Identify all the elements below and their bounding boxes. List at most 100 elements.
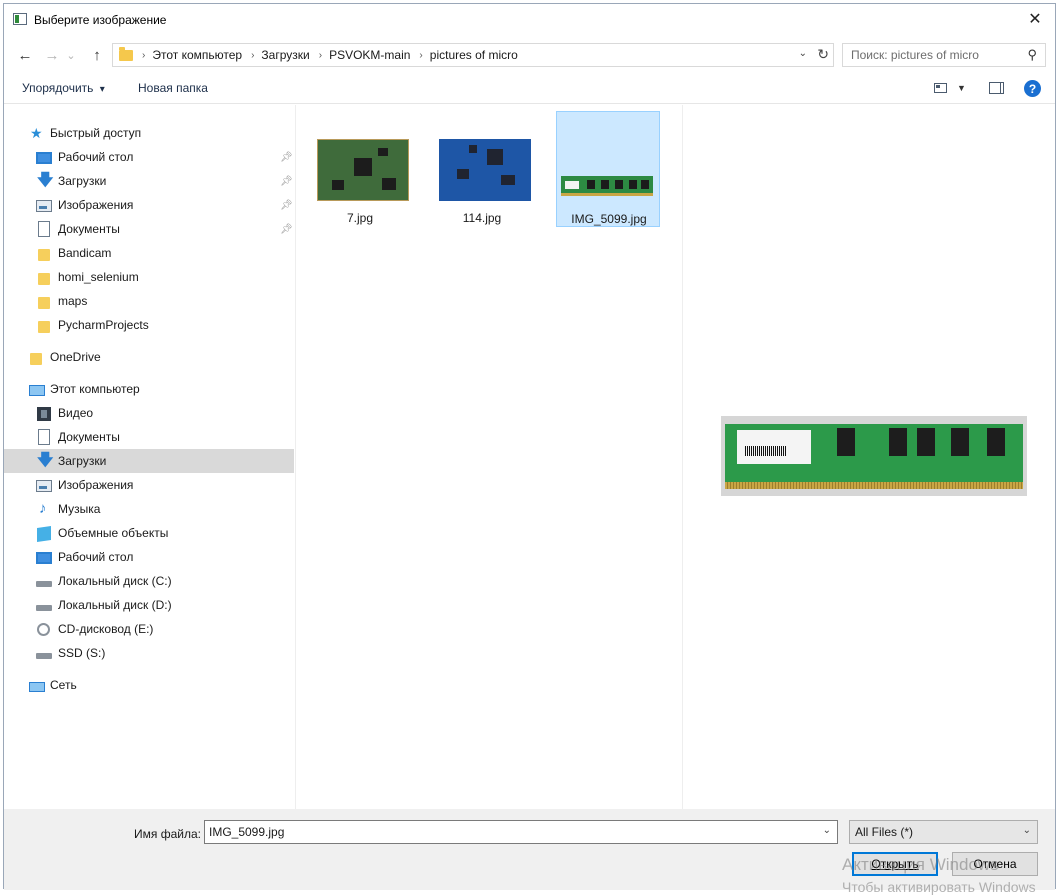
onedrive-icon xyxy=(30,352,42,365)
file-name: IMG_5099.jpg xyxy=(571,212,647,226)
pin-icon: 📌︎ xyxy=(280,151,293,163)
search-input[interactable]: Поиск: pictures of micro ⚲ xyxy=(842,43,1046,67)
file-tile-selected[interactable]: IMG_5099.jpg xyxy=(556,111,660,227)
preview-pane-icon[interactable] xyxy=(989,82,1004,94)
forward-arrow-icon: → xyxy=(44,46,60,64)
preview-image-ram-module xyxy=(721,416,1027,496)
downloads-icon: 🡇︎ xyxy=(37,452,54,469)
file-type-select[interactable]: All Files (*) ⌄ xyxy=(849,820,1038,844)
app-icon xyxy=(13,13,27,25)
back-arrow-icon: ← xyxy=(17,46,33,64)
thumbnail-circuit-board-green xyxy=(317,139,409,201)
organize-button[interactable]: Упорядочить ▾ xyxy=(22,81,105,95)
up-arrow-icon: ↑ xyxy=(93,46,101,64)
filename-label: Имя файла: xyxy=(134,827,201,841)
navigation-pane: ★ Быстрый доступ Рабочий стол 📌︎ 🡇︎ Загр… xyxy=(4,105,296,809)
close-button[interactable]: ✕ xyxy=(1015,4,1055,34)
pin-icon: 📌︎ xyxy=(280,223,293,235)
chevron-right-icon: › xyxy=(318,49,323,61)
sidebar-item-music[interactable]: ♪ Музыка xyxy=(4,497,294,521)
star-icon: ★ xyxy=(30,125,43,141)
sidebar-item-pictures[interactable]: Изображения 📌︎ xyxy=(4,193,294,217)
chevron-down-icon[interactable]: ⌄ xyxy=(823,825,831,836)
music-icon: ♪ xyxy=(39,500,47,517)
sidebar-item-drive-c[interactable]: Локальный диск (C:) xyxy=(4,569,294,593)
activation-watermark: Активация Windows xyxy=(842,855,999,874)
sidebar-item-downloads[interactable]: 🡇︎ Загрузки 📌︎ xyxy=(4,169,294,193)
desktop-icon xyxy=(36,552,52,564)
up-button[interactable]: ↑ xyxy=(86,44,108,66)
cd-drive-icon xyxy=(37,623,50,636)
command-bar: Упорядочить ▾ Новая папка ▼ ? xyxy=(4,72,1055,104)
sidebar-item-downloads-pc[interactable]: 🡇︎ Загрузки xyxy=(4,449,294,473)
sidebar-item-this-pc[interactable]: Этот компьютер xyxy=(4,377,294,401)
chevron-down-icon[interactable]: ⌄ xyxy=(799,48,807,59)
folder-icon xyxy=(38,296,50,309)
sidebar-item-network[interactable]: Сеть xyxy=(4,673,294,697)
preview-pane xyxy=(682,105,1056,809)
sidebar-item-documents[interactable]: Документы 📌︎ xyxy=(4,217,294,241)
address-bar[interactable]: › Этот компьютер › Загрузки › PSVOKM-main ›… xyxy=(112,43,834,67)
sidebar-item-pycharmprojects[interactable]: PycharmProjects xyxy=(4,313,294,337)
sidebar-item-onedrive[interactable]: OneDrive xyxy=(4,345,294,369)
filename-value: IMG_5099.jpg xyxy=(209,825,285,839)
change-view-icon[interactable] xyxy=(934,83,947,93)
sidebar-item-video[interactable]: Видео xyxy=(4,401,294,425)
file-name: 7.jpg xyxy=(346,211,374,225)
chevron-down-icon: ⌄ xyxy=(66,49,76,62)
dialog-footer: Имя файла: IMG_5099.jpg ⌄ All Files (*) … xyxy=(4,809,1055,890)
activation-watermark-subtitle: Чтобы активировать Windows xyxy=(842,879,1036,895)
sidebar-item-desktop-pc[interactable]: Рабочий стол xyxy=(4,545,294,569)
folder-icon xyxy=(38,248,50,261)
dropdown-arrow-icon[interactable]: ▼ xyxy=(957,83,966,93)
desktop-icon xyxy=(36,152,52,164)
breadcrumb-psvokm-main[interactable]: › PSVOKM-main xyxy=(310,48,411,62)
back-button[interactable]: ← xyxy=(14,44,36,66)
recent-locations-button[interactable]: ⌄ xyxy=(64,44,78,66)
folder-icon xyxy=(119,46,133,61)
refresh-icon[interactable]: ↻ xyxy=(817,46,829,63)
video-icon xyxy=(37,406,51,421)
file-open-dialog: Выберите изображение ✕ ← → ⌄ ↑ › Этот ком… xyxy=(3,3,1056,890)
sidebar-item-quick-access[interactable]: ★ Быстрый доступ xyxy=(4,121,294,145)
new-folder-button[interactable]: Новая папка xyxy=(138,81,208,95)
file-list: 7.jpg 114.jpg IMG_5099.jpg xyxy=(297,105,681,809)
file-type-value: All Files (*) xyxy=(855,825,914,839)
breadcrumb-this-pc[interactable]: › Этот компьютер xyxy=(133,48,242,62)
documents-icon xyxy=(38,221,50,237)
documents-icon xyxy=(38,429,50,445)
close-icon: ✕ xyxy=(1028,11,1042,28)
sidebar-item-maps[interactable]: maps xyxy=(4,289,294,313)
sidebar-item-drive-e[interactable]: CD-дисковод (E:) xyxy=(4,617,294,641)
computer-icon xyxy=(29,384,45,396)
thumbnail-ram-module xyxy=(561,176,653,196)
sidebar-item-drive-d[interactable]: Локальный диск (D:) xyxy=(4,593,294,617)
help-icon[interactable]: ? xyxy=(1024,80,1041,97)
chevron-right-icon: › xyxy=(142,49,146,61)
sidebar-item-drive-s[interactable]: SSD (S:) xyxy=(4,641,294,665)
sidebar-item-3d-objects[interactable]: Объемные объекты xyxy=(4,521,294,545)
network-icon xyxy=(29,681,45,692)
search-placeholder: Поиск: pictures of micro xyxy=(851,48,979,62)
sidebar-item-bandicam[interactable]: Bandicam xyxy=(4,241,294,265)
chevron-right-icon: › xyxy=(419,49,423,61)
folder-icon xyxy=(38,320,50,333)
chevron-right-icon: › xyxy=(251,49,255,61)
filename-field[interactable]: IMG_5099.jpg ⌄ xyxy=(204,820,838,844)
pin-icon: 📌︎ xyxy=(280,175,293,187)
system-drive-icon xyxy=(36,581,52,587)
sidebar-item-documents-pc[interactable]: Документы xyxy=(4,425,294,449)
breadcrumb-pictures-of-micro[interactable]: › pictures of micro xyxy=(410,48,517,62)
pictures-icon xyxy=(36,480,52,492)
drive-icon xyxy=(36,605,52,611)
file-name: 114.jpg xyxy=(462,211,502,225)
breadcrumb-downloads[interactable]: › Загрузки xyxy=(242,48,310,62)
forward-button[interactable]: → xyxy=(41,44,63,66)
sidebar-item-pictures-pc[interactable]: Изображения xyxy=(4,473,294,497)
sidebar-item-desktop[interactable]: Рабочий стол 📌︎ xyxy=(4,145,294,169)
title-bar: Выберите изображение ✕ xyxy=(4,4,1055,36)
pictures-icon xyxy=(36,200,52,212)
drive-icon xyxy=(36,653,52,659)
sidebar-item-homi-selenium[interactable]: homi_selenium xyxy=(4,265,294,289)
dropdown-arrow-icon: ▾ xyxy=(99,84,105,95)
